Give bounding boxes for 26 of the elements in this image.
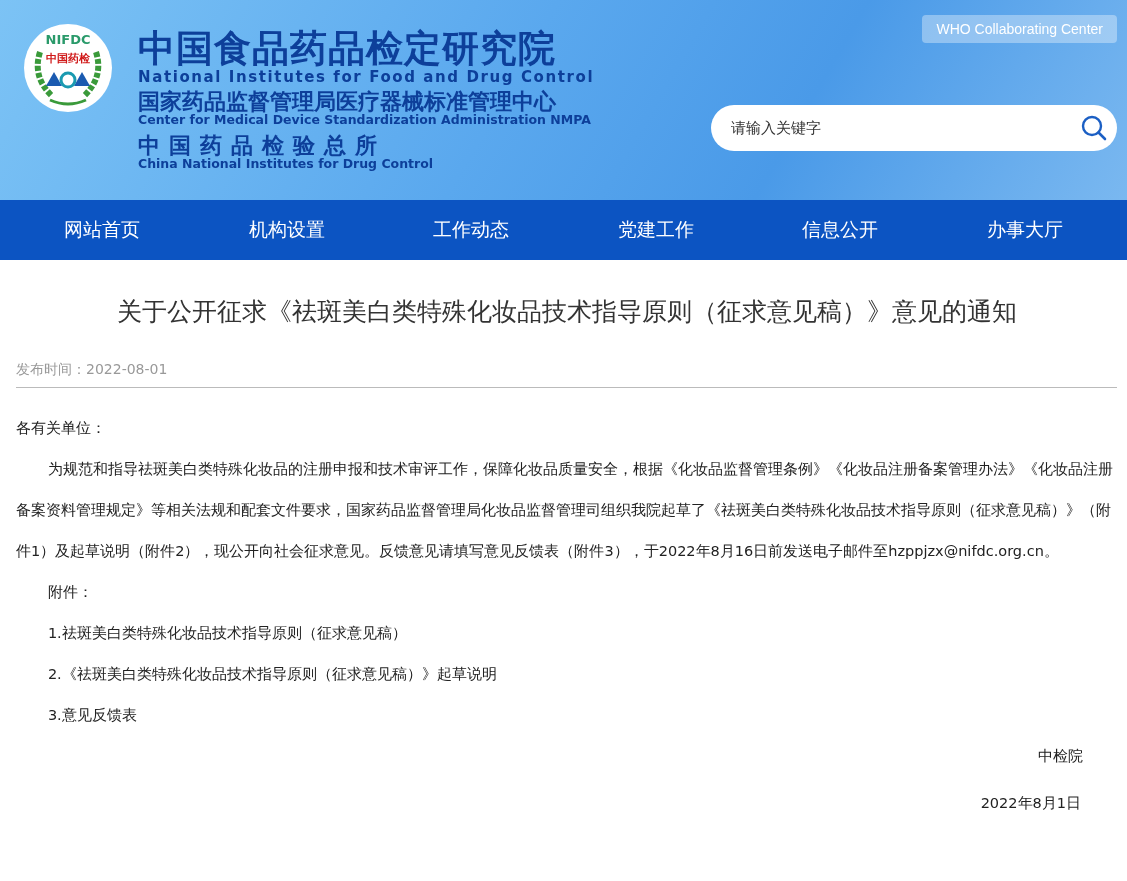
article-paragraph: 3.意见反馈表: [46, 705, 138, 725]
site-title: China National Institutes for Drug Control: [138, 156, 435, 171]
publish-time: 发布时间：2022-08-01: [16, 360, 168, 377]
article-paragraph: 2.《祛斑美白类特殊化妆品技术指导原则（征求意见稿）》起草说明: [46, 664, 498, 684]
nav-link[interactable]: 网站首页: [64, 217, 141, 243]
site-title: 中国药品检验总所: [138, 133, 387, 157]
site-title: 中国食品药品检定研究院: [138, 30, 557, 69]
article-paragraph: 为规范和指导祛斑美白类特殊化妆品的注册申报和技术审评工作，保障化妆品质量安全，根据《化妆品监督管理条例》《化妆品注册备案管理办法》《化妆品注册备案资料管理规定》等相关法规和配套文件要求，国家药品监督管理局化妆品监督管理司组织我院起草了《祛斑美白类特殊化妆品技术指导原则（征求意见稿）》（附件1）及起草说明（附件2），现公开向社会征求意见。反馈意见请填写意见反馈表（附件3），于2022年8月16日前发送电子邮件至hzppjzx@nifdc.org.cn。: [16, 459, 1114, 561]
who-badge: WHO Collaborating Center: [922, 15, 1117, 43]
article-paragraph: 中检院: [1037, 746, 1084, 766]
emblem-logo-drawing: NIFDC 中国药检: [22, 22, 114, 114]
nav-link[interactable]: 信息公开: [802, 217, 879, 243]
nav-link[interactable]: 机构设置: [248, 217, 325, 243]
search-icon[interactable]: [1081, 115, 1107, 141]
article-paragraph: 1.祛斑美白类特殊化妆品技术指导原则（征求意见稿）: [46, 623, 408, 643]
article-paragraph: 各有关单位：: [16, 418, 107, 438]
site-title: Center for Medical Device Standardization Administration NMPA: [138, 112, 592, 126]
search-field[interactable]: 请输入关键字: [711, 105, 1117, 151]
article-paragraph: 附件：: [46, 582, 94, 602]
nav-link[interactable]: 工作动态: [433, 217, 510, 243]
article-paragraph: 2022年8月1日: [979, 793, 1082, 813]
nav-link[interactable]: 办事大厅: [986, 217, 1063, 243]
site-title: National Institutes for Food and Drug Control: [138, 69, 595, 86]
article-title: 关于公开征求《祛斑美白类特殊化妆品技术指导原则（征求意见稿）》意见的通知: [115, 296, 1018, 328]
nav-link[interactable]: 党建工作: [617, 217, 694, 243]
site-title: 国家药品监督管理局医疗器械标准管理中心: [138, 89, 557, 113]
